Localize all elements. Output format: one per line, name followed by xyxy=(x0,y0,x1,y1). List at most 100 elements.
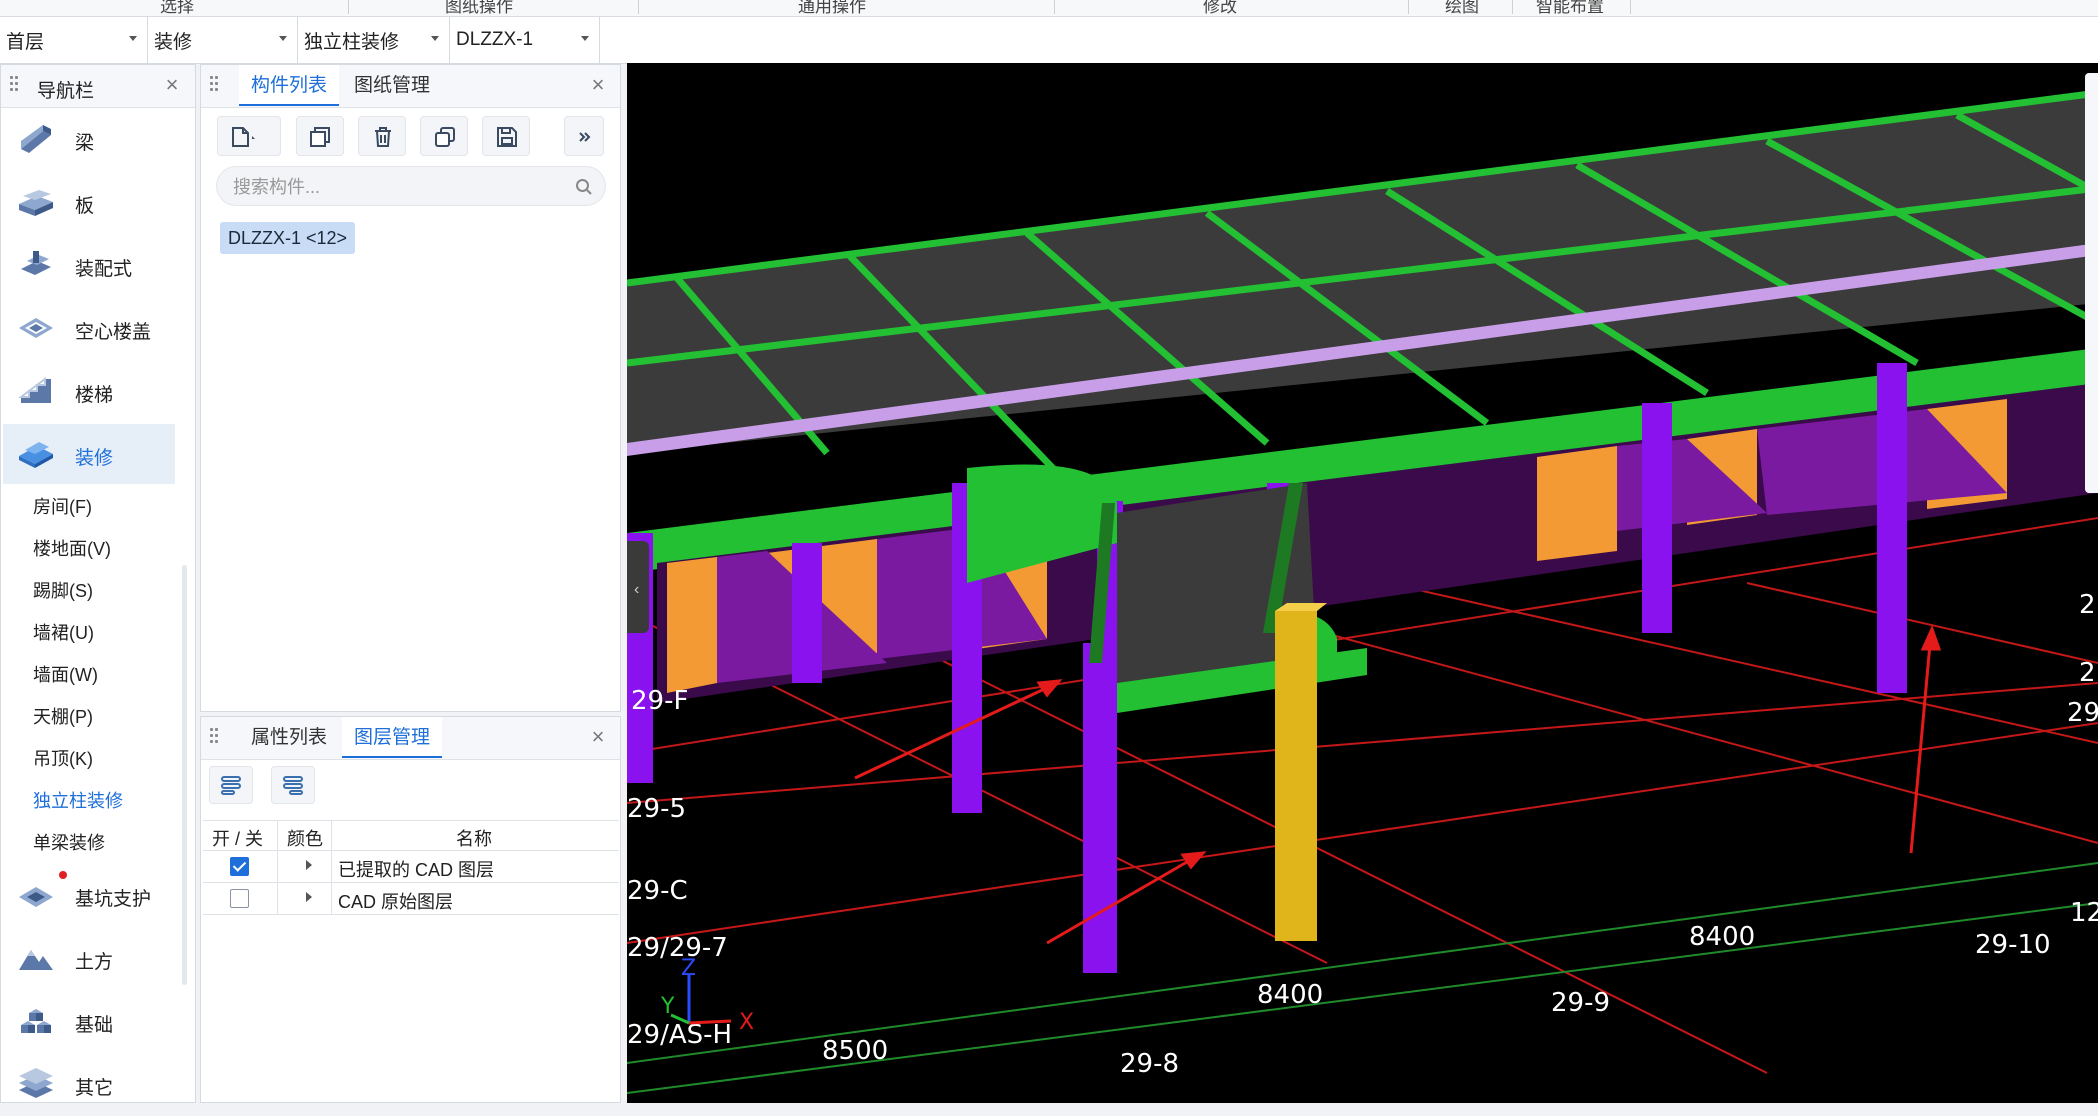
ribbon-group-label[interactable]: 图纸操作 xyxy=(445,0,513,17)
column-header-name: 名称 xyxy=(456,829,492,849)
status-strip xyxy=(0,1103,2098,1116)
ribbon-divider xyxy=(348,0,349,14)
earthwork-icon xyxy=(19,950,53,970)
close-icon[interactable]: × xyxy=(587,74,609,96)
close-icon[interactable]: × xyxy=(587,726,609,748)
subtype-select[interactable]: 独立柱装修 xyxy=(298,17,450,63)
nav-item-prefab[interactable]: 装配式 xyxy=(3,235,175,295)
sub-item-wall-surface[interactable]: 墙面(W) xyxy=(33,661,98,687)
annotation-arrows xyxy=(854,624,1942,945)
nav-item-pit-support[interactable]: 基坑支护 xyxy=(3,865,175,925)
tab-layer-management[interactable]: 图层管理 xyxy=(342,717,443,758)
component-select[interactable]: DLZZX-1 xyxy=(450,17,600,63)
duplicate-button[interactable] xyxy=(420,116,468,156)
hide-all-layers-button[interactable] xyxy=(271,766,315,804)
viewport-side-toolbar[interactable] xyxy=(2085,73,2098,493)
table-divider xyxy=(277,820,278,914)
sub-item-suspended-ceiling[interactable]: 吊顶(K) xyxy=(33,745,93,771)
search-input[interactable] xyxy=(231,173,555,201)
column-header-color: 颜色 xyxy=(287,829,323,849)
save-template-button[interactable] xyxy=(482,116,530,156)
pit-support-icon xyxy=(19,887,53,907)
table-divider xyxy=(203,882,619,883)
nav-panel-header: 导航栏 × xyxy=(1,65,195,108)
component-list-item[interactable]: DLZZX-1 <12> xyxy=(220,222,356,254)
tab-property-list[interactable]: 属性列表 xyxy=(239,717,339,759)
axis-label: 2 xyxy=(2079,658,2096,688)
beam-icon xyxy=(21,125,51,153)
decoration-icon xyxy=(19,442,53,468)
nav-item-beam[interactable]: 梁 xyxy=(3,109,175,169)
axis-label: 29-5 xyxy=(627,794,686,824)
nav-item-decoration[interactable]: 装修 xyxy=(3,424,175,484)
component-panel: 构件列表 图纸管理 × xyxy=(200,64,621,712)
prefab-icon xyxy=(21,251,51,275)
axis-z-label: Z xyxy=(681,956,696,981)
nav-item-label: 梁 xyxy=(75,133,95,154)
more-tools-button[interactable] xyxy=(564,116,604,156)
search-box xyxy=(216,166,606,206)
selector-bar: 首层 装修 独立柱装修 DLZZX-1 xyxy=(0,17,2098,64)
expand-arrow-icon[interactable] xyxy=(306,860,312,870)
component-panel-header: 构件列表 图纸管理 × xyxy=(201,65,620,108)
nav-item-label: 装配式 xyxy=(75,259,133,280)
stair-icon xyxy=(18,377,51,403)
chevron-down-icon xyxy=(279,36,287,41)
axis-label: 29-9 xyxy=(1551,988,1610,1018)
axis-label: 29-C xyxy=(627,876,688,906)
nav-item-slab[interactable]: 板 xyxy=(3,172,175,232)
foundation-icon xyxy=(21,1009,51,1033)
sub-item-skirting[interactable]: 踢脚(S) xyxy=(33,577,93,603)
tab-component-list[interactable]: 构件列表 xyxy=(239,65,340,106)
category-select[interactable]: 装修 xyxy=(148,17,298,63)
tab-drawing-management[interactable]: 图纸管理 xyxy=(342,65,442,107)
table-divider xyxy=(331,820,332,914)
sub-item-column-decoration[interactable]: 独立柱装修 xyxy=(33,787,123,813)
ribbon-group-label[interactable]: 智能布置 xyxy=(1536,0,1604,17)
axis-label: 29-8 xyxy=(1120,1049,1179,1079)
chevron-down-icon xyxy=(431,36,439,41)
drag-handle-icon[interactable] xyxy=(10,76,18,96)
sub-item-room[interactable]: 房间(F) xyxy=(33,493,92,519)
layer-toggle-checkbox[interactable] xyxy=(230,857,249,876)
search-icon[interactable] xyxy=(575,178,593,196)
show-all-layers-button[interactable] xyxy=(209,766,253,804)
copy-button[interactable] xyxy=(296,116,344,156)
drag-handle-icon[interactable] xyxy=(210,728,218,748)
axis-y-label: Y xyxy=(660,994,675,1019)
delete-button[interactable] xyxy=(358,116,406,156)
duplicate-icon xyxy=(435,127,455,147)
hollow-floor-icon xyxy=(19,318,53,338)
3d-viewport[interactable]: 29-F 29-5 29-C 29/29-7 29/AS-H 29-8 29-9… xyxy=(627,63,2098,1103)
nav-item-foundation[interactable]: 基础 xyxy=(3,991,175,1051)
ribbon-group-label[interactable]: 绘图 xyxy=(1445,0,1479,17)
ribbon-group-label[interactable]: 通用操作 xyxy=(798,0,866,17)
ribbon-divider xyxy=(1512,0,1513,14)
collapse-panel-handle[interactable]: ‹ xyxy=(627,541,649,633)
nav-item-stair[interactable]: 楼梯 xyxy=(3,361,175,421)
sub-item-ceiling[interactable]: 天棚(P) xyxy=(33,703,93,729)
layer-toggle-checkbox[interactable] xyxy=(230,889,249,908)
ribbon-group-label[interactable]: 修改 xyxy=(1203,0,1237,17)
expand-arrow-icon[interactable] xyxy=(306,892,312,902)
nav-panel-title: 导航栏 xyxy=(37,81,95,102)
nav-item-label: 板 xyxy=(75,196,95,217)
nav-item-label: 土方 xyxy=(75,952,114,973)
nav-item-hollow-floor[interactable]: 空心楼盖 xyxy=(3,298,175,358)
sub-item-beam-decoration[interactable]: 单梁装修 xyxy=(33,829,105,855)
copy-icon xyxy=(310,127,330,147)
chevron-down-icon xyxy=(581,36,589,41)
ribbon-divider xyxy=(1408,0,1409,14)
dimension-label: 8400 xyxy=(1257,980,1323,1010)
nav-scrollbar[interactable] xyxy=(182,565,187,985)
close-icon[interactable]: × xyxy=(161,74,183,96)
floor-select[interactable]: 首层 xyxy=(0,17,148,63)
dimension-label: 8400 xyxy=(1689,922,1755,952)
ribbon-group-label[interactable]: 选择 xyxy=(160,0,194,17)
sub-item-dado[interactable]: 墙裙(U) xyxy=(33,619,94,645)
sub-item-floor-surface[interactable]: 楼地面(V) xyxy=(33,535,111,561)
drag-handle-icon[interactable] xyxy=(210,76,218,96)
new-component-button[interactable] xyxy=(217,116,281,156)
nav-item-earthwork[interactable]: 土方 xyxy=(3,928,175,988)
notification-dot xyxy=(59,871,67,879)
